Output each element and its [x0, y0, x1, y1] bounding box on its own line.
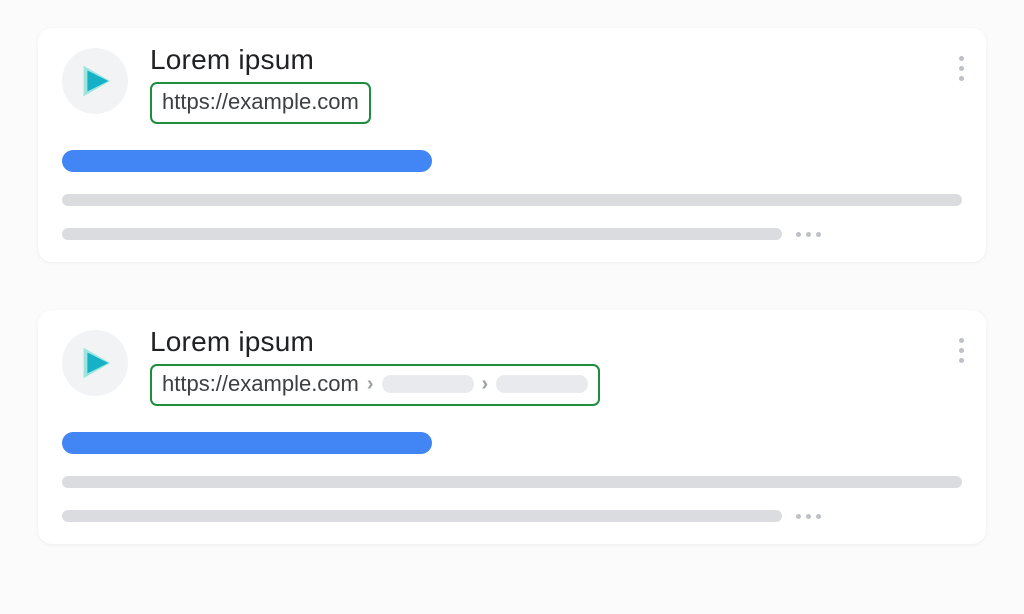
- snippet-line: [62, 510, 782, 522]
- favicon: [62, 48, 128, 114]
- breadcrumb-highlight-box: https://example.com › ›: [150, 364, 600, 406]
- search-result-card: Lorem ipsum https://example.com › ›: [38, 310, 986, 544]
- favicon: [62, 330, 128, 396]
- more-menu-icon[interactable]: [955, 52, 968, 85]
- result-header: Lorem ipsum https://example.com: [62, 44, 962, 124]
- snippet-line: [62, 476, 962, 488]
- snippet-line: [62, 228, 782, 240]
- site-url[interactable]: https://example.com: [162, 371, 359, 397]
- site-title: Lorem ipsum: [150, 326, 600, 358]
- snippet-line: [62, 194, 962, 206]
- breadcrumb-segment[interactable]: [382, 375, 474, 393]
- breadcrumb-segment[interactable]: [496, 375, 588, 393]
- site-title: Lorem ipsum: [150, 44, 371, 76]
- chevron-right-icon: ›: [482, 373, 489, 396]
- ellipsis-icon: [796, 514, 821, 519]
- site-url[interactable]: https://example.com: [162, 89, 359, 115]
- search-result-card: Lorem ipsum https://example.com: [38, 28, 986, 262]
- result-body: [62, 432, 962, 522]
- result-body: [62, 150, 962, 240]
- result-header: Lorem ipsum https://example.com › ›: [62, 326, 962, 406]
- chevron-right-icon: ›: [367, 373, 374, 396]
- url-highlight-box: https://example.com: [150, 82, 371, 124]
- result-title-placeholder[interactable]: [62, 432, 432, 454]
- result-title-placeholder[interactable]: [62, 150, 432, 172]
- ellipsis-icon: [796, 232, 821, 237]
- play-icon: [76, 62, 114, 100]
- more-menu-icon[interactable]: [955, 334, 968, 367]
- play-icon: [76, 344, 114, 382]
